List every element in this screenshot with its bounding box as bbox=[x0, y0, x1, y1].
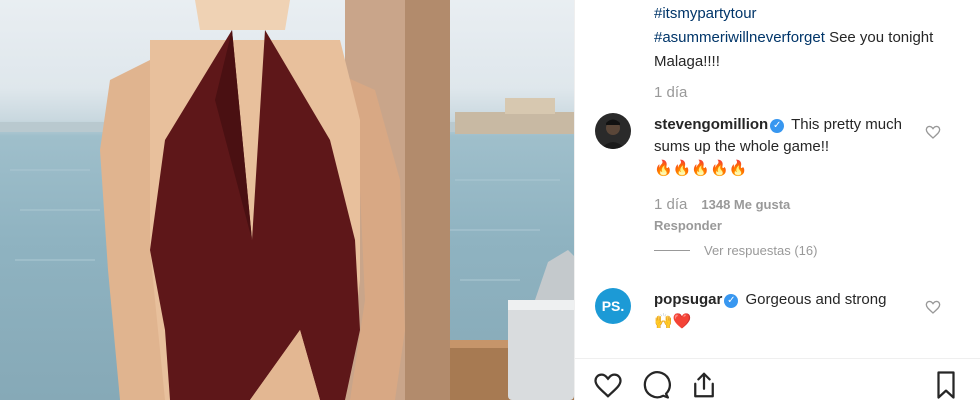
hashtag-link[interactable]: #itsmypartytour bbox=[654, 5, 757, 22]
popsugar-logo: PS. bbox=[601, 298, 625, 314]
comment-bubble-icon[interactable] bbox=[641, 370, 671, 400]
avatar[interactable]: PS. bbox=[595, 288, 631, 324]
view-replies-button[interactable]: Ver respuestas (16) bbox=[654, 243, 817, 258]
distant-building-top bbox=[505, 98, 555, 114]
avatar[interactable] bbox=[595, 113, 631, 149]
view-replies-label: Ver respuestas (16) bbox=[704, 243, 818, 258]
comment-username[interactable]: stevengomillion bbox=[654, 116, 768, 133]
comment-likes[interactable]: 1348 Me gusta bbox=[701, 197, 790, 212]
distant-building bbox=[455, 112, 574, 134]
comment-timestamp[interactable]: 1 día bbox=[654, 196, 687, 213]
ice-bucket-rim bbox=[508, 300, 574, 310]
post-photo bbox=[0, 0, 574, 400]
bottle bbox=[535, 250, 574, 300]
verified-badge-icon: ✓ bbox=[724, 294, 739, 308]
heart-icon[interactable] bbox=[925, 299, 941, 315]
hashtag-link[interactable]: #asummeriwillneverforget bbox=[654, 29, 825, 46]
comment: stevengomillion ✓ This pretty much sums u… bbox=[654, 114, 914, 180]
section-divider bbox=[575, 358, 980, 359]
heart-icon[interactable] bbox=[593, 370, 623, 400]
reply-button[interactable]: Responder bbox=[654, 218, 722, 233]
post-sidebar: #itsmypartytour #asummeriwillneverforget… bbox=[574, 0, 980, 400]
comment-emoji: 🙌❤️ bbox=[654, 313, 692, 330]
replies-divider bbox=[654, 250, 690, 251]
comment: popsugar ✓ Gorgeous and strong 🙌❤️ bbox=[654, 289, 914, 333]
post-action-bar bbox=[575, 362, 980, 400]
bookmark-icon[interactable] bbox=[931, 370, 961, 400]
comment-emoji: 🔥🔥🔥🔥🔥 bbox=[654, 160, 748, 177]
ice-bucket bbox=[508, 300, 574, 400]
post-timestamp[interactable]: 1 día bbox=[654, 84, 687, 101]
verified-badge-icon: ✓ bbox=[770, 119, 785, 133]
heart-icon[interactable] bbox=[925, 124, 941, 140]
comment-username[interactable]: popsugar bbox=[654, 291, 722, 308]
wooden-pillar-shadow bbox=[405, 0, 450, 400]
share-icon[interactable] bbox=[689, 370, 719, 400]
post-caption: #itsmypartytour #asummeriwillneverforget… bbox=[654, 2, 954, 74]
neck bbox=[195, 0, 290, 30]
comment-meta: 1 día 1348 Me gusta bbox=[654, 196, 790, 213]
photo-illustration bbox=[0, 0, 574, 400]
comment-text: Gorgeous and strong bbox=[745, 291, 887, 308]
